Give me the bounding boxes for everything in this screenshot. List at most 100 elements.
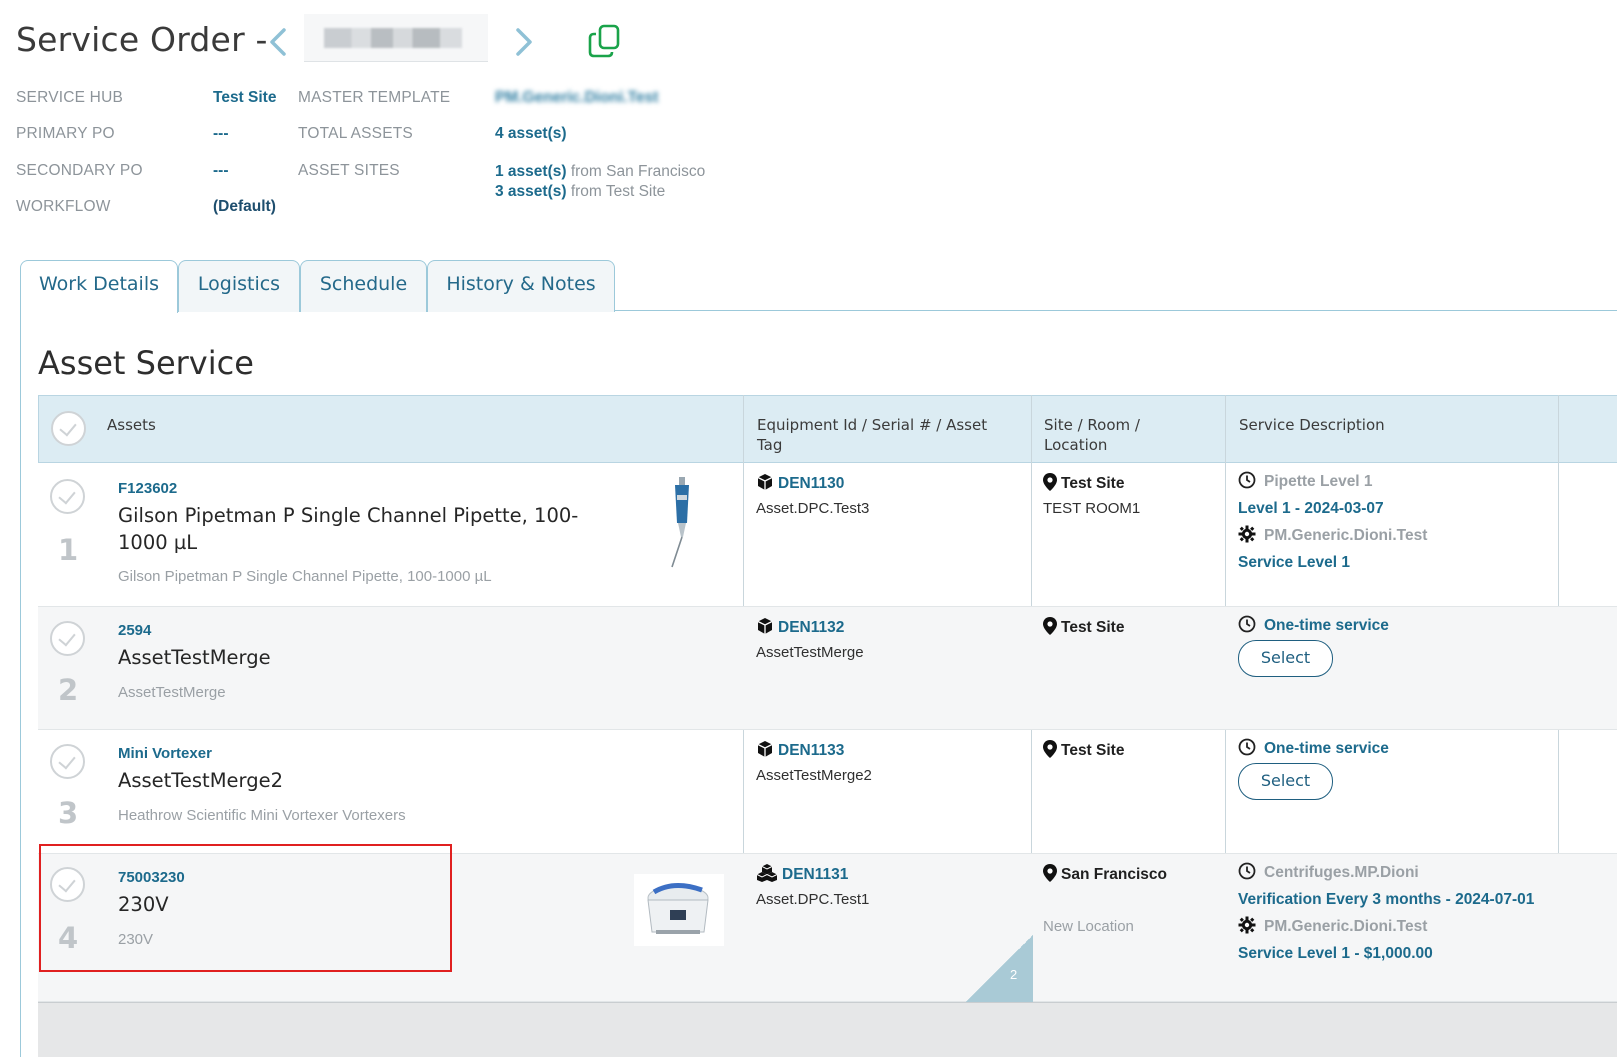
- asset-description: Heathrow Scientific Mini Vortexer Vortex…: [118, 807, 406, 824]
- col-equipment-line2: Tag: [757, 436, 783, 454]
- clock-icon: [1238, 862, 1256, 880]
- chevron-left-icon[interactable]: [264, 24, 292, 60]
- equipment-id-link[interactable]: DEN1131: [756, 864, 848, 884]
- asset-site-count[interactable]: 1 asset(s): [495, 163, 567, 180]
- box-icon: [756, 740, 774, 758]
- order-id-field: [304, 14, 488, 62]
- col-site-line2: Location: [1044, 436, 1108, 454]
- equipment-id-link[interactable]: DEN1130: [756, 473, 844, 493]
- one-time-service-link[interactable]: One-time service: [1264, 740, 1389, 757]
- table-row[interactable]: 3 Mini Vortexer AssetTestMerge2 Heathrow…: [38, 730, 1617, 854]
- tab-history-notes[interactable]: History & Notes: [427, 260, 615, 312]
- row-checkbox[interactable]: [50, 867, 85, 902]
- service-plan-name: Pipette Level 1: [1264, 473, 1373, 490]
- tab-logistics[interactable]: Logistics: [178, 260, 300, 312]
- service-template-line: PM.Generic.Dioni.Test: [1238, 522, 1548, 549]
- service-plan-name: Centrifuges.MP.Dioni: [1264, 864, 1419, 881]
- pipette-thumbnail[interactable]: [663, 475, 699, 573]
- asset-service-table: Assets Equipment Id / Serial # / Asset T…: [38, 395, 1617, 1035]
- asset-site-line: 1 asset(s) from San Francisco: [495, 163, 705, 180]
- site-name: Test Site: [1043, 473, 1124, 493]
- asset-code-link[interactable]: 75003230: [118, 869, 185, 886]
- asset-sites-label: ASSET SITES: [298, 162, 400, 179]
- box-icon: [756, 617, 774, 635]
- select-service-button[interactable]: Select: [1238, 763, 1333, 800]
- site-text: Test Site: [1061, 475, 1125, 492]
- site-name: San Francisco: [1043, 864, 1167, 884]
- total-assets-value[interactable]: 4 asset(s): [495, 125, 567, 143]
- info-row-secondary-po: SECONDARY PO --- ASSET SITES 1 asset(s) …: [16, 162, 776, 200]
- site-name: Test Site: [1043, 740, 1124, 760]
- table-footer: [38, 1002, 1617, 1057]
- related-count-badge[interactable]: [966, 935, 1033, 1002]
- equipment-id-text: DEN1130: [778, 475, 845, 492]
- row-checkbox[interactable]: [50, 621, 85, 656]
- gear-icon: [1238, 525, 1256, 543]
- equipment-tag: Asset.DPC.Test1: [756, 891, 870, 908]
- workflow-value[interactable]: (Default): [213, 198, 276, 216]
- table-row[interactable]: 2 2594 AssetTestMerge AssetTestMerge DEN…: [38, 607, 1617, 730]
- tab-schedule[interactable]: Schedule: [300, 260, 427, 312]
- col-equipment: Equipment Id / Serial # / Asset Tag: [757, 415, 987, 455]
- col-equipment-line1: Equipment Id / Serial # / Asset: [757, 416, 988, 434]
- asset-code-link[interactable]: F123602: [118, 480, 177, 497]
- map-pin-icon: [1043, 864, 1057, 882]
- service-level-link[interactable]: Service Level 1: [1238, 549, 1548, 576]
- site-text: San Francisco: [1061, 866, 1167, 883]
- chevron-right-icon[interactable]: [510, 24, 538, 60]
- row-number: 1: [58, 533, 79, 567]
- copy-icon[interactable]: [586, 22, 626, 62]
- asset-site-text: from San Francisco: [570, 163, 706, 180]
- service-description: One-time service: [1238, 612, 1548, 639]
- one-time-service-link[interactable]: One-time service: [1264, 617, 1389, 634]
- equipment-id-link[interactable]: DEN1132: [756, 617, 844, 637]
- table-row[interactable]: 4 75003230 230V 230V DEN1131 Asset.DPC.T…: [38, 854, 1617, 1002]
- row-checkbox[interactable]: [50, 479, 85, 514]
- total-assets-label: TOTAL ASSETS: [298, 125, 413, 142]
- asset-code-link[interactable]: 2594: [118, 622, 151, 639]
- row-number: 4: [58, 921, 79, 955]
- service-schedule-link[interactable]: Verification Every 3 months - 2024-07-01: [1238, 886, 1538, 913]
- gear-icon: [1238, 916, 1256, 934]
- centrifuge-thumbnail[interactable]: [634, 874, 724, 950]
- clock-icon: [1238, 471, 1256, 489]
- primary-po-value: ---: [213, 125, 229, 142]
- site-text: Test Site: [1061, 619, 1125, 636]
- table-row[interactable]: 1 F123602 Gilson Pipetman P Single Chann…: [38, 463, 1617, 607]
- order-id-redacted: [324, 28, 462, 48]
- row-number: 2: [58, 673, 79, 707]
- site-text: Test Site: [1061, 742, 1125, 759]
- tab-work-details[interactable]: Work Details: [20, 260, 178, 313]
- page-title: Service Order -: [16, 20, 268, 59]
- service-description: Pipette Level 1 Level 1 - 2024-03-07 PM.…: [1238, 468, 1548, 576]
- service-hub-label: SERVICE HUB: [16, 89, 123, 106]
- service-hub-value[interactable]: Test Site: [213, 89, 276, 107]
- asset-name: AssetTestMerge: [118, 646, 271, 669]
- service-plan-line: Pipette Level 1: [1238, 468, 1548, 495]
- clock-icon: [1238, 738, 1256, 756]
- master-template-value[interactable]: PM.Generic.Dioni.Test: [495, 89, 658, 107]
- service-description: One-time service: [1238, 735, 1548, 762]
- service-plan-line: One-time service: [1238, 735, 1548, 762]
- equipment-tag: Asset.DPC.Test3: [756, 500, 870, 517]
- workflow-label: WORKFLOW: [16, 198, 111, 215]
- select-service-button[interactable]: Select: [1238, 640, 1333, 677]
- info-row-workflow: WORKFLOW (Default): [16, 198, 776, 220]
- asset-code-link[interactable]: Mini Vortexer: [118, 745, 212, 762]
- info-row-service-hub: SERVICE HUB Test Site MASTER TEMPLATE PM…: [16, 89, 776, 111]
- asset-sites-list: 1 asset(s) from San Francisco 3 asset(s)…: [495, 162, 705, 202]
- service-template-line: PM.Generic.Dioni.Test: [1238, 913, 1548, 940]
- site-name: Test Site: [1043, 617, 1124, 637]
- service-template-name: PM.Generic.Dioni.Test: [1264, 918, 1428, 935]
- asset-name: AssetTestMerge2: [118, 769, 283, 792]
- select-all-checkbox[interactable]: [51, 411, 86, 446]
- section-title: Asset Service: [38, 344, 254, 382]
- map-pin-icon: [1043, 473, 1057, 491]
- boxes-icon: [756, 864, 778, 882]
- col-site-line1: Site / Room /: [1044, 416, 1140, 434]
- service-level-link[interactable]: Service Level 1 - $1,000.00: [1238, 940, 1548, 967]
- equipment-id-link[interactable]: DEN1133: [756, 740, 844, 760]
- row-checkbox[interactable]: [50, 744, 85, 779]
- service-schedule-link[interactable]: Level 1 - 2024-03-07: [1238, 495, 1548, 522]
- col-assets: Assets: [107, 416, 156, 434]
